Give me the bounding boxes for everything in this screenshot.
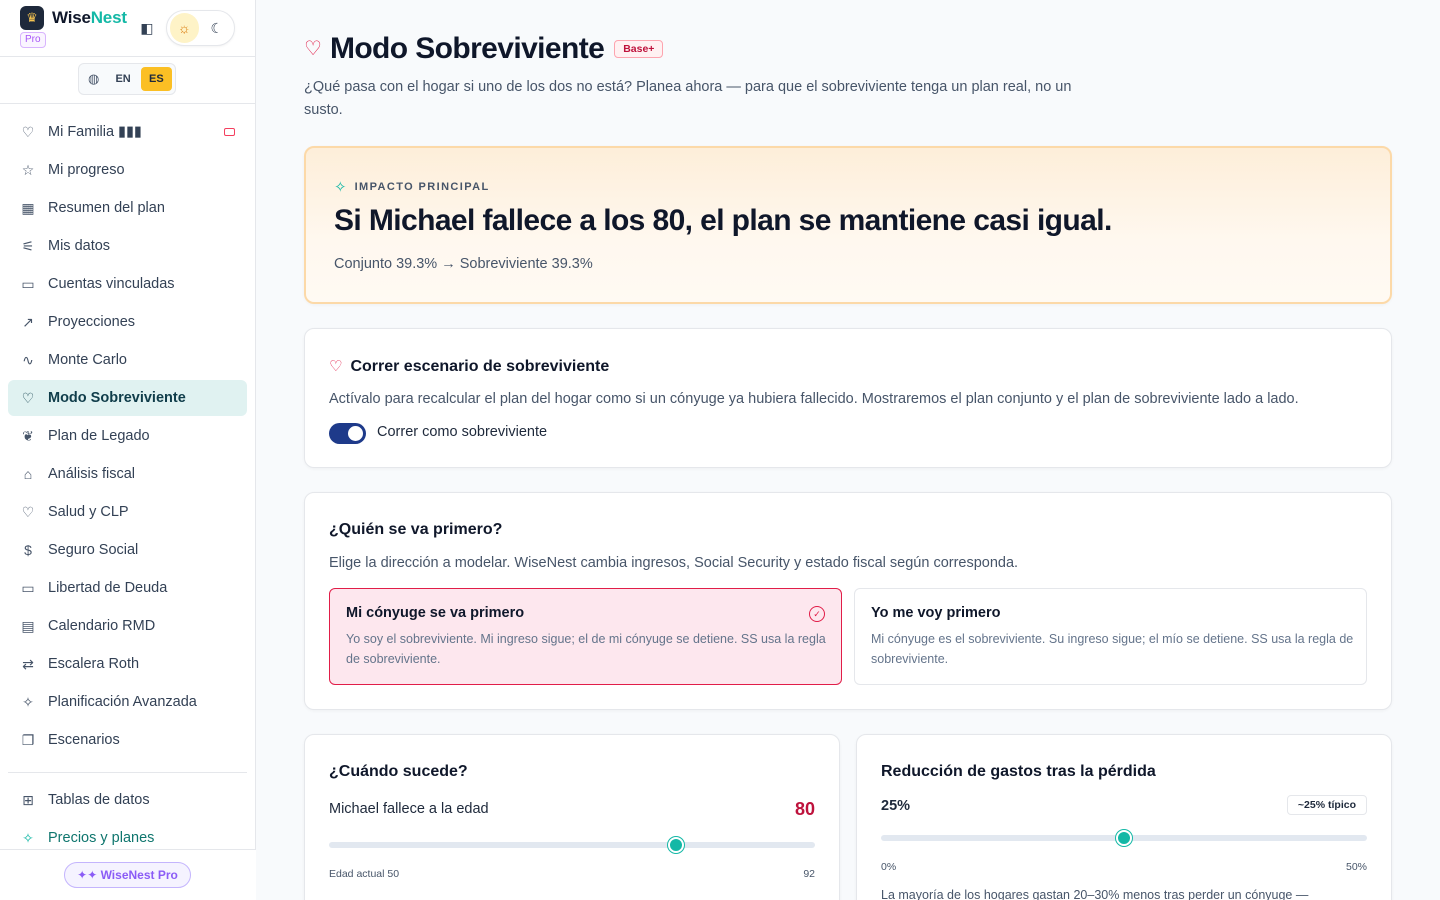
sidebar-item-escalera-roth[interactable]: ⇄ Escalera Roth bbox=[8, 646, 247, 682]
impact-comparison: Conjunto 39.3% → Sobreviviente 39.3% bbox=[334, 256, 593, 272]
calendar-icon: ▤ bbox=[21, 617, 35, 634]
spending-reduction-note: La mayoría de los hogares gastan 20–30% … bbox=[881, 888, 1309, 900]
plan-tier-badge: Base+ bbox=[614, 40, 664, 58]
pulse-icon: ∿ bbox=[22, 351, 34, 368]
page-title: Modo Sobreviviente bbox=[329, 32, 605, 65]
option-title: Mi cónyuge se va primero bbox=[346, 605, 525, 621]
sidebar-item-plan-legado[interactable]: ❦ Plan de Legado bbox=[8, 418, 247, 454]
heart-icon: ♡ bbox=[21, 389, 35, 406]
sidebar-item-seguro-social[interactable]: $ Seguro Social bbox=[8, 532, 247, 568]
sparkles-icon: ✧ bbox=[334, 179, 347, 196]
divider bbox=[0, 103, 256, 104]
sidebar-item-escenarios[interactable]: ❐ Escenarios bbox=[8, 722, 247, 758]
option-me-first[interactable]: Yo me voy primero Mi cónyuge es el sobre… bbox=[854, 588, 1367, 685]
option-spouse-first[interactable]: Mi cónyuge se va primero Yo soy el sobre… bbox=[329, 588, 842, 685]
spending-reduction-value: 25% bbox=[881, 798, 911, 814]
language-switcher: ◍ EN ES bbox=[78, 63, 176, 95]
sidebar-footer: ✦✦ WiseNest Pro bbox=[0, 849, 256, 900]
trend-icon: ↗ bbox=[22, 313, 34, 330]
sidebar-item-salud[interactable]: ♡ Salud y CLP bbox=[8, 494, 247, 530]
pro-tier-badge: Pro bbox=[20, 32, 46, 48]
heart-icon: ♡ bbox=[304, 38, 322, 60]
sidebar-nav: ♡ Mi Familia ▮▮▮ ☆ Mi progreso ▦ Resumen de… bbox=[8, 114, 247, 858]
sparkles-icon: ✧ bbox=[22, 829, 34, 846]
impact-headline: Si Michael fallece a los 80, el plan se … bbox=[334, 204, 1112, 237]
sliders-icon: ⚟ bbox=[21, 237, 35, 254]
who-first-title: ¿Quién se va primero? bbox=[329, 521, 503, 538]
run-scenario-title: ♡ Correr escenario de sobreviviente bbox=[329, 358, 610, 375]
impact-label: ✧ IMPACTO PRINCIPAL bbox=[334, 179, 490, 196]
survivor-toggle[interactable] bbox=[329, 423, 366, 444]
heart-icon: ♡ bbox=[329, 358, 343, 375]
theme-toggle: ☼ ☾ bbox=[166, 10, 235, 46]
dollar-icon: $ bbox=[24, 542, 32, 558]
globe-icon: ◍ bbox=[88, 71, 100, 86]
sidebar-item-tablas[interactable]: ⊞ Tablas de datos bbox=[8, 782, 247, 818]
impact-card: ✧ IMPACTO PRINCIPAL Si Michael fallece a … bbox=[304, 146, 1392, 304]
sidebar-item-calendario-rmd[interactable]: ▤ Calendario RMD bbox=[8, 608, 247, 644]
sidebar-item-proyecciones[interactable]: ↗ Proyecciones bbox=[8, 304, 247, 340]
sidebar-item-mi-familia[interactable]: ♡ Mi Familia ▮▮▮ bbox=[8, 114, 247, 150]
death-age-slider-thumb[interactable] bbox=[668, 837, 685, 853]
survivor-toggle-label[interactable]: Correr como sobreviviente bbox=[377, 424, 547, 440]
page-subtitle: ¿Qué pasa con el hogar si uno de los dos… bbox=[304, 79, 1072, 118]
copy-icon: ❐ bbox=[21, 731, 35, 748]
when-card: ¿Cuándo sucede? Michael fallece a la eda… bbox=[304, 734, 840, 900]
sidebar-item-libertad-deuda[interactable]: ▭ Libertad de Deuda bbox=[8, 570, 247, 606]
spending-reduction-title: Reducción de gastos tras la pérdida bbox=[881, 763, 1156, 780]
main-content: ♡ Modo Sobreviviente Base+ ¿Qué pasa con… bbox=[256, 0, 1440, 900]
sidebar: ♛ WiseNest Pro ◧ ☼ ☾ ◍ EN ES ♡ Mi Familia… bbox=[0, 0, 256, 900]
dark-mode-icon[interactable]: ☾ bbox=[203, 13, 232, 43]
death-age-label: Michael fallece a la edad bbox=[329, 801, 489, 817]
wisenest-logo-icon: ♛ bbox=[20, 6, 44, 30]
typical-badge: ~25% típico bbox=[1286, 795, 1367, 815]
card-icon: ▭ bbox=[21, 579, 35, 596]
spending-reduction-card: Reducción de gastos tras la pérdida 25% … bbox=[856, 734, 1392, 900]
sidebar-item-mi-progreso[interactable]: ☆ Mi progreso bbox=[8, 152, 247, 188]
sidebar-item-resumen[interactable]: ▦ Resumen del plan bbox=[8, 190, 247, 226]
slider-max-label: 50% bbox=[1345, 861, 1367, 873]
table-icon: ⊞ bbox=[22, 791, 34, 808]
arrows-icon: ⇄ bbox=[22, 655, 34, 672]
slider-min-label: 0% bbox=[881, 861, 897, 873]
death-age-value: 80 bbox=[794, 799, 815, 819]
sparkles-icon: ✧ bbox=[22, 693, 34, 710]
who-first-desc: Elige la dirección a modelar. WiseNest c… bbox=[329, 555, 1019, 571]
heart-pulse-icon: ♡ bbox=[21, 503, 35, 520]
wisenest-pro-button[interactable]: ✦✦ WiseNest Pro bbox=[64, 862, 191, 888]
lang-es-button[interactable]: ES bbox=[140, 67, 172, 91]
wallet-icon: ▭ bbox=[21, 275, 35, 292]
option-title: Yo me voy primero bbox=[871, 605, 1001, 621]
sidebar-item-planificacion-avanzada[interactable]: ✧ Planificación Avanzada bbox=[8, 684, 247, 720]
card-badge-icon bbox=[224, 128, 235, 136]
sidebar-item-cuentas[interactable]: ▭ Cuentas vinculadas bbox=[8, 266, 247, 302]
check-circle-icon: ✓ bbox=[809, 606, 825, 622]
nav-divider bbox=[8, 772, 247, 773]
lang-en-button[interactable]: EN bbox=[107, 67, 138, 91]
sidebar-item-analisis-fiscal[interactable]: ⌂ Análisis fiscal bbox=[8, 456, 247, 492]
heart-icon: ♡ bbox=[21, 123, 35, 140]
spending-reduction-slider-thumb[interactable] bbox=[1116, 830, 1132, 846]
leaf-icon: ❦ bbox=[22, 427, 34, 444]
bank-icon: ⌂ bbox=[23, 466, 33, 482]
sidebar-collapse-icon[interactable]: ◧ bbox=[138, 19, 156, 37]
run-scenario-card: ♡ Correr escenario de sobreviviente Actív… bbox=[304, 328, 1392, 468]
page-header: ♡ Modo Sobreviviente Base+ bbox=[304, 32, 664, 66]
sidebar-item-modo-sobreviviente[interactable]: ♡ Modo Sobreviviente bbox=[8, 380, 247, 416]
death-age-slider[interactable] bbox=[329, 842, 815, 848]
slider-min-label: Edad actual 50 bbox=[329, 868, 400, 880]
sidebar-item-monte-carlo[interactable]: ∿ Monte Carlo bbox=[8, 342, 247, 378]
sidebar-item-mis-datos[interactable]: ⚟ Mis datos bbox=[8, 228, 247, 264]
grid-icon: ▦ bbox=[21, 199, 35, 216]
run-scenario-desc: Actívalo para recalcular el plan del hog… bbox=[329, 391, 1299, 407]
when-title: ¿Cuándo sucede? bbox=[329, 763, 468, 780]
light-mode-icon[interactable]: ☼ bbox=[170, 13, 199, 43]
star-icon: ☆ bbox=[21, 161, 35, 178]
option-desc: Yo soy el sobreviviente. Mi ingreso sigu… bbox=[346, 632, 826, 666]
slider-max-label: 92 bbox=[803, 868, 815, 880]
option-desc: Mi cónyuge es el sobreviviente. Su ingre… bbox=[871, 632, 1354, 666]
brand-name: WiseNest bbox=[52, 8, 127, 27]
who-first-card: ¿Quién se va primero? Elige la dirección… bbox=[304, 492, 1392, 710]
divider bbox=[0, 56, 256, 57]
